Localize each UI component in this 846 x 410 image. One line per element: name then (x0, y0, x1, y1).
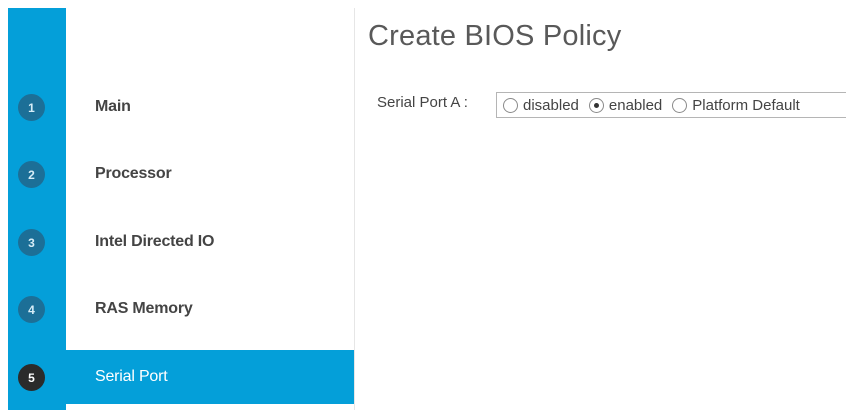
radio-checked-icon[interactable] (588, 97, 604, 113)
radio-option-label: enabled (608, 96, 663, 114)
radio-unchecked-icon[interactable] (672, 97, 688, 113)
radio-option-platform-default[interactable]: Platform Default (672, 97, 800, 114)
step-number-badge: 2 (18, 161, 45, 188)
step-label: Serial Port (95, 368, 168, 385)
page-title: Create BIOS Policy (368, 20, 622, 52)
panel-divider (354, 8, 355, 410)
step-number-badge: 5 (18, 364, 45, 391)
wizard-step-serial-port[interactable]: 5 Serial Port (8, 350, 354, 404)
step-number-badge: 4 (18, 296, 45, 323)
step-label: Intel Directed IO (95, 233, 215, 250)
step-label: Main (95, 98, 131, 115)
serial-port-a-label: Serial Port A : (377, 94, 468, 111)
radio-option-label: disabled (523, 96, 579, 114)
wizard-step-intel-directed-io[interactable]: 3 Intel Directed IO (8, 215, 354, 269)
step-label: RAS Memory (95, 300, 193, 317)
step-number-badge: 1 (18, 94, 45, 121)
serial-port-a-radio-group: disabled enabled Platform Default (496, 92, 846, 118)
wizard-step-processor[interactable]: 2 Processor (8, 147, 354, 201)
radio-option-label: Platform Default (692, 96, 800, 114)
radio-option-disabled[interactable]: disabled (503, 97, 579, 114)
step-label: Processor (95, 165, 172, 182)
radio-unchecked-icon[interactable] (503, 97, 518, 113)
wizard-step-main[interactable]: 1 Main (8, 80, 354, 134)
wizard-step-ras-memory[interactable]: 4 RAS Memory (8, 282, 354, 336)
radio-option-enabled[interactable]: enabled (588, 96, 663, 114)
step-number-badge: 3 (18, 229, 45, 256)
